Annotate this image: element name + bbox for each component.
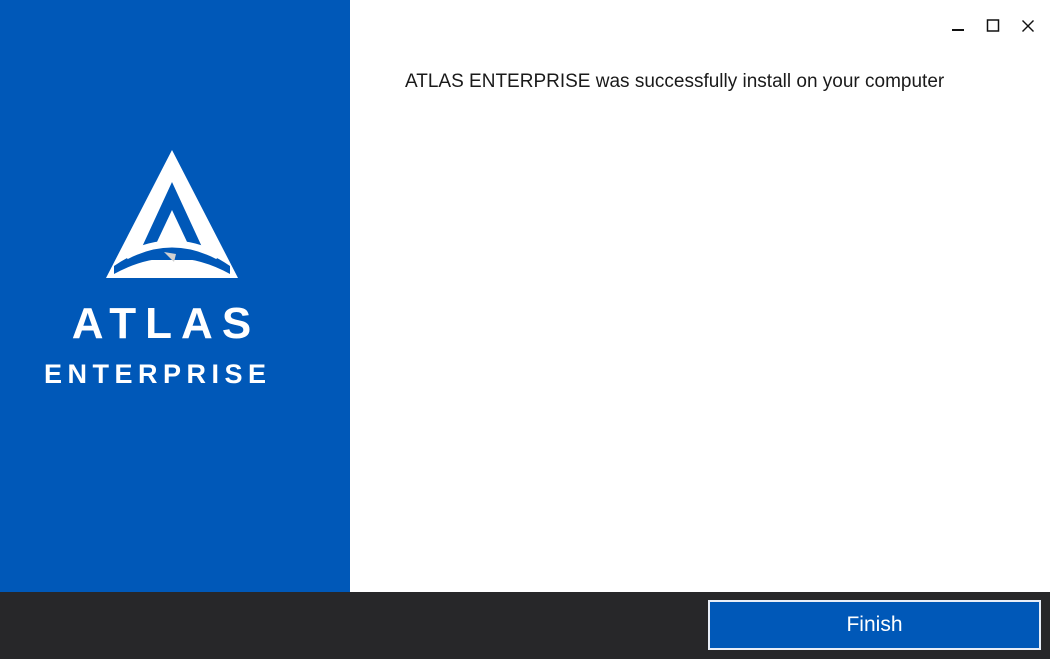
close-icon: [1021, 20, 1034, 32]
maximize-icon: [986, 19, 999, 32]
atlas-logo-icon: [106, 150, 238, 278]
finish-button[interactable]: Finish: [708, 600, 1041, 650]
maximize-button[interactable]: [982, 14, 1003, 38]
close-button[interactable]: [1017, 14, 1038, 38]
brand-panel: ATLAS ENTERPRISE: [0, 0, 350, 592]
success-message: ATLAS ENTERPRISE was successfully instal…: [405, 71, 945, 92]
content-area: ATLAS ENTERPRISE was successfully instal…: [350, 0, 1050, 592]
footer-bar: Finish: [0, 592, 1050, 659]
brand-edition: ENTERPRISE: [44, 359, 272, 389]
installer-window: ATLAS ENTERPRISE ATLAS ENTERPRISE was su…: [0, 0, 1050, 659]
minimize-icon: [951, 29, 964, 31]
brand-name: ATLAS: [71, 299, 261, 348]
window-controls: [947, 14, 1038, 38]
minimize-button[interactable]: [947, 14, 968, 38]
